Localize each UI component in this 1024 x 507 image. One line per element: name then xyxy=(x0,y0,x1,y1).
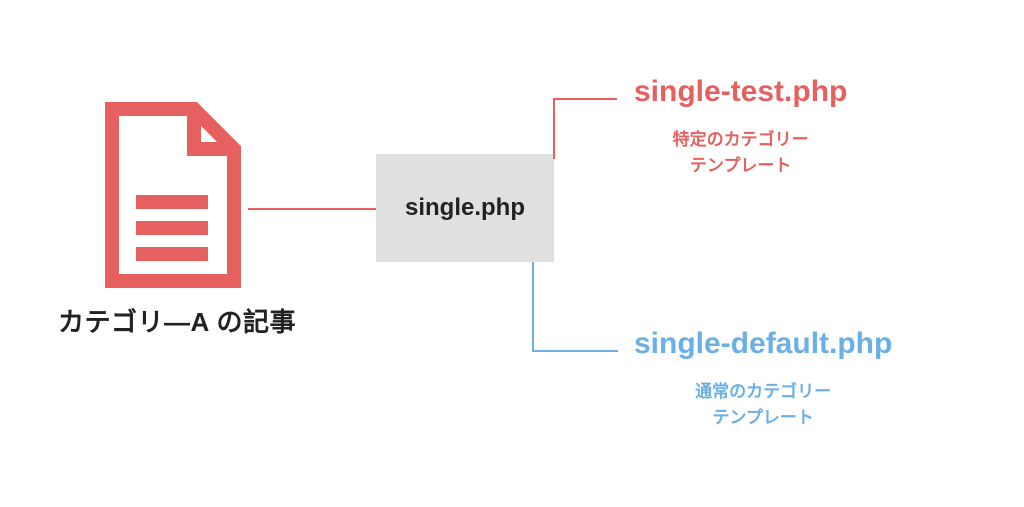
branch-top-sub-line1: 特定のカテゴリー xyxy=(673,130,809,149)
source-article-label: カテゴリ―A の記事 xyxy=(58,302,296,339)
center-box-label: single.php xyxy=(405,194,525,222)
branch-bottom-sub: 通常のカテゴリー テンプレート xyxy=(695,379,831,430)
branch-top-title: single-test.php xyxy=(634,75,847,109)
branch-top-sub-line2: テンプレート xyxy=(690,156,792,175)
center-box: single.php xyxy=(376,154,554,262)
connector-branch-down-horiz xyxy=(532,350,618,352)
connector-branch-up-vert xyxy=(553,98,555,159)
connector-left xyxy=(248,208,376,210)
branch-bottom-sub-line1: 通常のカテゴリー xyxy=(695,382,831,401)
connector-branch-up-horiz xyxy=(553,98,617,100)
branch-top: single-test.php 特定のカテゴリー テンプレート xyxy=(634,75,847,178)
branch-bottom-sub-line2: テンプレート xyxy=(712,408,814,427)
branch-top-sub: 特定のカテゴリー テンプレート xyxy=(673,127,809,178)
connector-branch-down-vert xyxy=(532,262,534,350)
document-icon xyxy=(98,102,248,293)
branch-bottom-title: single-default.php xyxy=(634,327,892,361)
branch-bottom: single-default.php 通常のカテゴリー テンプレート xyxy=(634,327,892,430)
